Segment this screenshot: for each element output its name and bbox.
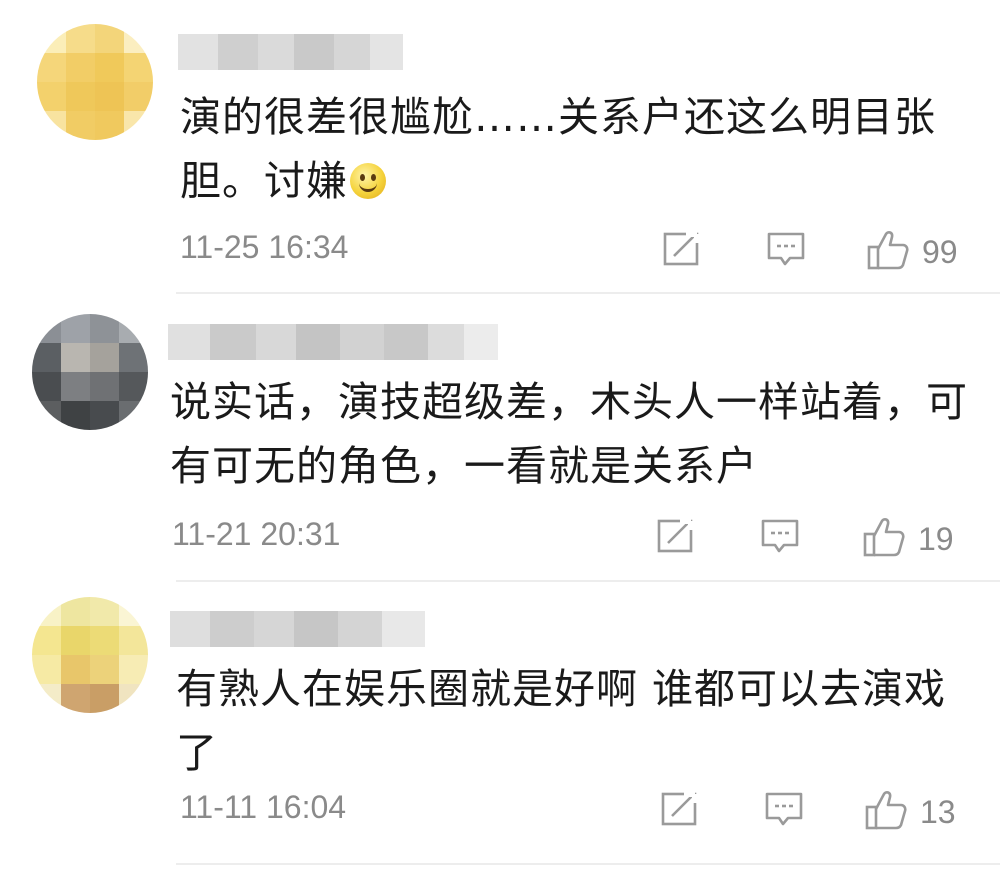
thumbs-up-icon [862, 516, 906, 562]
like-count: 99 [922, 233, 958, 270]
share-icon[interactable] [662, 229, 702, 273]
share-icon[interactable] [660, 789, 700, 833]
comment-text: 演的很差很尴尬……关系户还这么明目张 胆。讨嫌 [180, 93, 936, 205]
divider [176, 580, 1000, 582]
comment-icon[interactable] [760, 516, 800, 560]
like-count: 19 [918, 520, 954, 557]
comment-text: 说实话，演技超级差，木头人一样站着，可 有可无的角色，一看就是关系户 [170, 378, 968, 490]
avatar[interactable] [32, 597, 148, 713]
username-obscured[interactable] [178, 34, 403, 70]
comment-item: 演的很差很尴尬……关系户还这么明目张 胆。讨嫌 11-25 16:34 99 [0, 0, 1000, 294]
divider [176, 863, 1000, 865]
avatar[interactable] [37, 24, 153, 140]
comment-meta: 11-11 16:04 13 [0, 785, 1000, 835]
comment-icon[interactable] [766, 229, 806, 273]
thumbs-up-icon [866, 229, 910, 275]
comment-text: 有熟人在娱乐圈就是好啊 谁都可以去演戏 了 [176, 665, 947, 777]
thumbs-up-icon [864, 789, 908, 835]
avatar[interactable] [32, 314, 148, 430]
timestamp: 11-25 16:34 [180, 229, 349, 265]
username-obscured[interactable] [170, 611, 425, 647]
comment-meta: 11-21 20:31 19 [0, 512, 1000, 562]
like-count: 13 [920, 793, 956, 830]
like-button[interactable]: 19 [862, 516, 954, 562]
like-button[interactable]: 99 [866, 229, 958, 275]
comment-meta: 11-25 16:34 99 [0, 225, 1000, 275]
timestamp: 11-21 20:31 [172, 516, 341, 552]
smiley-icon [350, 163, 386, 199]
timestamp: 11-11 16:04 [180, 789, 347, 825]
comment-item: 说实话，演技超级差，木头人一样站着，可 有可无的角色，一看就是关系户 11-21… [0, 294, 1000, 584]
comment-icon[interactable] [764, 789, 804, 833]
comment-item: 有熟人在娱乐圈就是好啊 谁都可以去演戏 了 11-11 16:04 13 [0, 587, 1000, 877]
username-obscured[interactable] [168, 324, 498, 360]
share-icon[interactable] [656, 516, 696, 560]
like-button[interactable]: 13 [864, 789, 956, 835]
